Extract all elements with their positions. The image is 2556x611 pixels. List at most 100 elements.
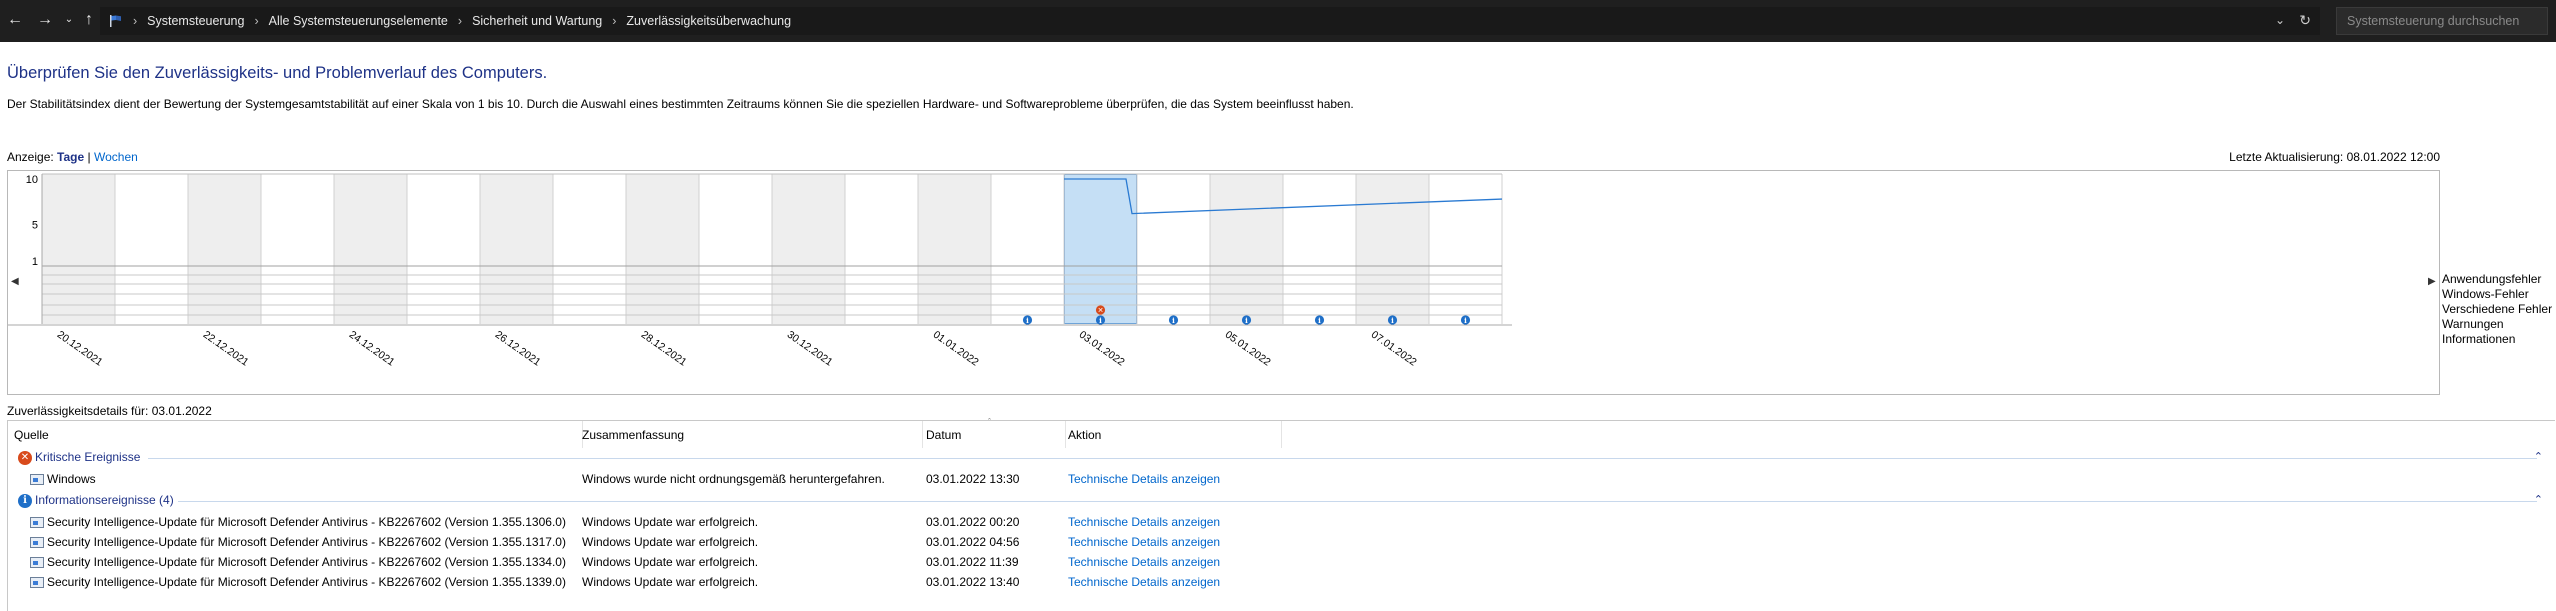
x-tick-label: 22.12.2021 — [201, 329, 251, 369]
table-row[interactable]: Windows Windows wurde nicht ordnungsgemä… — [8, 469, 2555, 489]
control-panel-flag-icon — [110, 15, 121, 27]
breadcrumb-item-zuverlaessigkeit[interactable]: Zuverlässigkeitsüberwachung — [626, 14, 791, 28]
x-tick-label: 26.12.2021 — [493, 329, 543, 369]
day-column[interactable] — [407, 174, 480, 324]
day-column[interactable] — [626, 174, 699, 324]
row-source: Windows — [47, 472, 96, 486]
technical-details-link[interactable]: Technische Details anzeigen — [1068, 555, 1220, 569]
legend-item: Informationen — [2442, 332, 2516, 346]
row-summary: Windows Update war erfolgreich. — [582, 515, 759, 529]
breadcrumb-item-alle-elemente[interactable]: Alle Systemsteuerungselemente — [269, 14, 448, 28]
row-date: 03.01.2022 13:30 — [926, 472, 1020, 486]
column-divider[interactable] — [1065, 421, 1066, 448]
stability-chart[interactable]: 10 5 1 ✕ i i i i i i i 20.12.2021 22.12.2021 24.12.20… — [7, 170, 2440, 395]
row-date: 03.01.2022 04:56 — [926, 535, 1020, 549]
search-placeholder: Systemsteuerung durchsuchen — [2347, 14, 2520, 28]
info-event-glyph: i — [1391, 316, 1394, 325]
group-title: Kritische Ereignisse — [35, 450, 141, 464]
day-column[interactable] — [1429, 174, 1502, 324]
column-divider[interactable] — [1281, 421, 1282, 448]
group-divider — [178, 501, 2537, 502]
info-event-glyph: i — [1318, 316, 1321, 325]
group-information-events[interactable]: i Informationsereignisse (4) ⌃ — [8, 491, 2555, 511]
up-arrow-icon[interactable]: ↑ — [80, 10, 98, 30]
x-tick-label: 07.01.2022 — [1369, 329, 1419, 369]
row-summary: Windows Update war erfolgreich. — [582, 555, 759, 569]
chart-scroll-right-icon[interactable]: ▶ — [2428, 276, 2438, 288]
breadcrumb-item-sicherheit-wartung[interactable]: Sicherheit und Wartung — [472, 14, 602, 28]
legend-item: Warnungen — [2442, 317, 2504, 331]
application-icon — [30, 577, 44, 589]
day-column[interactable] — [115, 174, 188, 324]
technical-details-link[interactable]: Technische Details anzeigen — [1068, 472, 1220, 486]
x-tick-label: 30.12.2021 — [785, 329, 835, 369]
x-tick-label: 01.01.2022 — [931, 329, 981, 369]
view-weeks-link[interactable]: Wochen — [94, 150, 138, 164]
back-arrow-icon[interactable]: ← — [6, 10, 24, 30]
chart-scroll-left-icon[interactable]: ◀ — [11, 276, 21, 288]
view-selector: Anzeige: Tage | Wochen — [7, 150, 138, 164]
day-column[interactable] — [991, 174, 1064, 324]
refresh-icon[interactable]: ↻ — [2299, 12, 2311, 29]
day-column[interactable] — [1137, 174, 1210, 324]
search-input[interactable]: Systemsteuerung durchsuchen — [2336, 7, 2548, 35]
column-header-zusammenfassung[interactable]: Zusammenfassung — [582, 428, 684, 442]
day-column[interactable] — [553, 174, 626, 324]
y-tick-label: 10 — [26, 174, 38, 186]
forward-arrow-icon[interactable]: → — [36, 10, 54, 30]
day-column[interactable] — [1283, 174, 1356, 324]
y-tick-label: 1 — [32, 256, 38, 268]
view-days-link[interactable]: Tage — [57, 150, 84, 164]
day-column[interactable] — [845, 174, 918, 324]
day-column[interactable] — [699, 174, 772, 324]
breadcrumb-item-systemsteuerung[interactable]: Systemsteuerung — [147, 14, 244, 28]
view-label: Anzeige: — [7, 150, 54, 164]
day-column[interactable] — [1356, 174, 1429, 324]
table-row[interactable]: Security Intelligence-Update für Microso… — [8, 552, 2555, 572]
column-header-aktion[interactable]: Aktion — [1068, 428, 1101, 442]
application-icon — [30, 537, 44, 549]
day-column[interactable] — [261, 174, 334, 324]
info-event-glyph: i — [1172, 316, 1175, 325]
table-row[interactable]: Security Intelligence-Update für Microso… — [8, 532, 2555, 552]
day-column[interactable] — [42, 174, 115, 324]
column-divider[interactable] — [922, 421, 923, 448]
group-divider — [148, 458, 2537, 459]
group-critical-events[interactable]: ✕ Kritische Ereignisse ⌃ — [8, 448, 2555, 468]
row-source: Security Intelligence-Update für Microso… — [47, 575, 566, 589]
x-tick-label: 24.12.2021 — [347, 329, 397, 369]
breadcrumb-separator: › — [612, 14, 617, 28]
day-column[interactable] — [480, 174, 553, 324]
day-column[interactable] — [772, 174, 845, 324]
collapse-chevron-icon[interactable]: ⌃ — [2534, 450, 2543, 463]
day-column[interactable] — [188, 174, 261, 324]
info-event-glyph: i — [1026, 316, 1029, 325]
day-column[interactable] — [1064, 174, 1137, 324]
recent-locations-chevron-icon[interactable]: ⌄ — [60, 10, 78, 30]
breadcrumb-separator: › — [254, 14, 259, 28]
table-row[interactable]: Security Intelligence-Update für Microso… — [8, 572, 2555, 592]
day-column[interactable] — [1210, 174, 1283, 324]
column-header-quelle[interactable]: Quelle — [14, 428, 49, 442]
collapse-chevron-icon[interactable]: ⌃ — [2534, 493, 2543, 506]
table-row[interactable]: Security Intelligence-Update für Microso… — [8, 512, 2555, 532]
column-header-datum[interactable]: Datum — [926, 428, 961, 442]
technical-details-link[interactable]: Technische Details anzeigen — [1068, 515, 1220, 529]
day-column[interactable] — [918, 174, 991, 324]
row-date: 03.01.2022 13:40 — [926, 575, 1020, 589]
table-header: Quelle Zusammenfassung Datum ˆ Aktion — [8, 417, 2555, 448]
address-path[interactable]: › Systemsteuerung › Alle Systemsteuerung… — [100, 7, 2320, 35]
technical-details-link[interactable]: Technische Details anzeigen — [1068, 575, 1220, 589]
error-icon: ✕ — [18, 450, 32, 465]
details-label: Zuverlässigkeitsdetails für: 03.01.2022 — [7, 404, 212, 418]
breadcrumb-separator: › — [457, 14, 463, 28]
sort-indicator-icon: ˆ — [988, 417, 991, 427]
legend-item: Anwendungsfehler — [2442, 272, 2542, 286]
page-title: Überprüfen Sie den Zuverlässigkeits- und… — [7, 64, 548, 82]
day-column[interactable] — [334, 174, 407, 324]
page-description: Der Stabilitätsindex dient der Bewertung… — [7, 97, 1354, 111]
x-tick-label: 03.01.2022 — [1077, 329, 1127, 369]
address-dropdown-chevron-icon[interactable]: ⌄ — [2275, 13, 2285, 27]
technical-details-link[interactable]: Technische Details anzeigen — [1068, 535, 1220, 549]
breadcrumb: › Systemsteuerung › Alle Systemsteuerung… — [109, 14, 791, 28]
